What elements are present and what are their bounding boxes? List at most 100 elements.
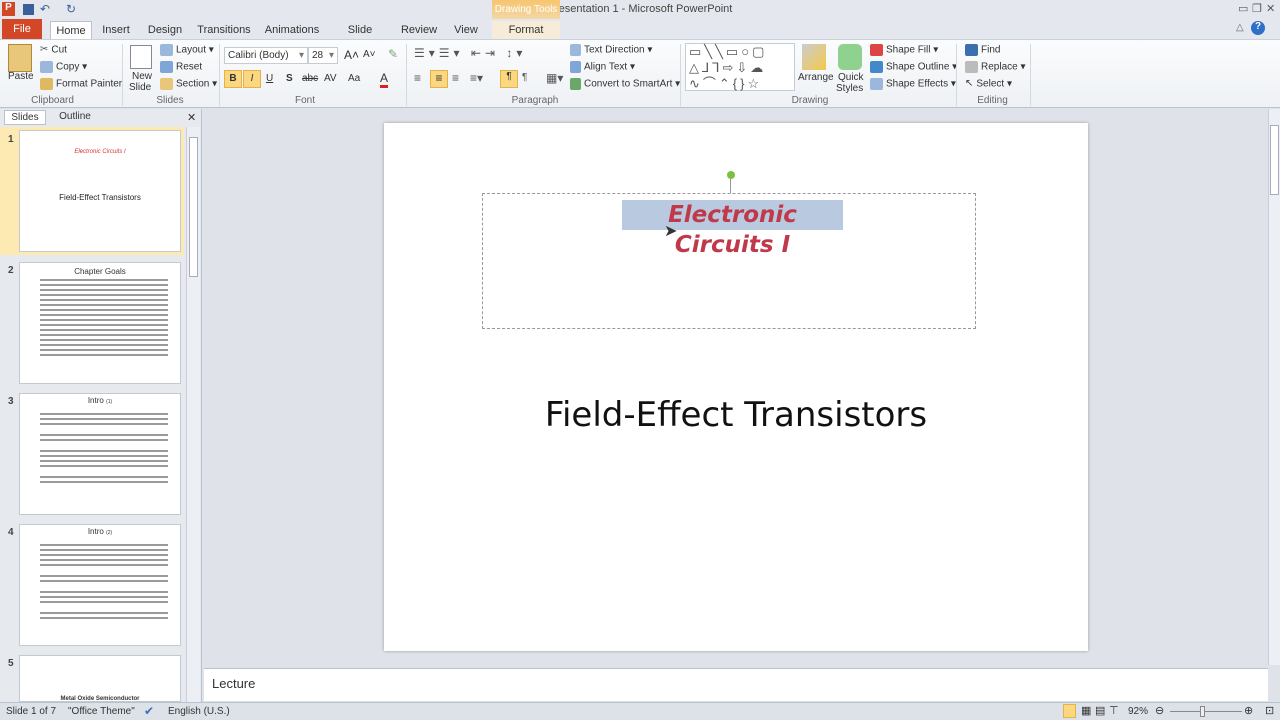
tab-design[interactable]: Design bbox=[145, 21, 185, 39]
slide-thumbnail-1[interactable]: Electronic Circuits I Field-Effect Trans… bbox=[19, 130, 181, 252]
cut-button[interactable]: ✂ Cut bbox=[40, 44, 67, 56]
grow-font-icon[interactable]: A˄ bbox=[344, 48, 359, 62]
slide-canvas[interactable]: Electronic Circuits I ➤ Field-Effect Tra… bbox=[384, 123, 1088, 651]
strikethrough-button[interactable]: abc bbox=[302, 73, 318, 84]
align-left-icon[interactable]: ≡ bbox=[414, 71, 421, 85]
font-color-button[interactable]: A bbox=[380, 71, 389, 88]
font-size-select[interactable]: 28 ▾ bbox=[308, 47, 338, 64]
slide-subtitle[interactable]: Electronic Circuits I bbox=[622, 200, 843, 258]
reset-button[interactable]: Reset bbox=[160, 61, 202, 73]
shadow-button[interactable]: S bbox=[286, 73, 293, 84]
tab-animations[interactable]: Animations bbox=[264, 21, 320, 39]
scroll-thumb[interactable] bbox=[189, 137, 198, 277]
scissors-icon: ✂ bbox=[40, 44, 49, 55]
help-icon[interactable]: ? bbox=[1251, 21, 1265, 35]
tab-slide-show[interactable]: Slide Show bbox=[334, 21, 386, 54]
paint-bucket-icon bbox=[870, 44, 883, 56]
section-button[interactable]: Section ▾ bbox=[160, 78, 217, 90]
find-button[interactable]: Find bbox=[965, 44, 1000, 56]
underline-button[interactable]: U bbox=[266, 73, 273, 84]
format-painter-button[interactable]: Format Painter bbox=[40, 78, 122, 90]
slideshow-icon[interactable]: ⊤ bbox=[1109, 704, 1119, 717]
close-icon[interactable]: ✕ bbox=[1266, 2, 1275, 15]
binoculars-icon bbox=[965, 44, 978, 56]
font-name-select[interactable]: Calibri (Body) ▾ bbox=[224, 47, 308, 64]
restore-icon[interactable]: ❐ bbox=[1252, 2, 1262, 15]
shape-fill-button[interactable]: Shape Fill ▾ bbox=[870, 44, 938, 56]
bold-button[interactable]: B bbox=[224, 70, 242, 88]
slide-thumbnail-5[interactable]: Metal Oxide Semiconductor bbox=[19, 655, 181, 702]
shapes-gallery[interactable]: ▭╲╲▭○▢ △⅃⅂⇨⇩☁ ∿⌒⌃{}☆ bbox=[685, 43, 795, 91]
minimize-icon[interactable]: ▭ bbox=[1238, 2, 1248, 15]
align-center-icon[interactable]: ≡ bbox=[430, 70, 448, 88]
ltr-icon[interactable]: ¶ bbox=[500, 70, 518, 88]
thumbnail-scrollbar[interactable] bbox=[186, 127, 200, 702]
list-buttons[interactable]: ☰▾☰▾ ⇤⇥ ↕▾ bbox=[414, 46, 526, 60]
brush-icon bbox=[40, 78, 53, 90]
tab-file[interactable]: File bbox=[2, 19, 42, 39]
slide-sorter-icon[interactable]: ▦ bbox=[1081, 704, 1091, 717]
slide-scrollbar[interactable] bbox=[1268, 109, 1280, 665]
justify-icon[interactable]: ≡▾ bbox=[470, 71, 483, 85]
reading-view-icon[interactable]: ▤ bbox=[1095, 704, 1105, 717]
tab-view[interactable]: View bbox=[450, 21, 482, 39]
shape-effects-button[interactable]: Shape Effects ▾ bbox=[870, 78, 956, 90]
shrink-font-icon[interactable]: A˅ bbox=[363, 49, 376, 60]
tab-review[interactable]: Review bbox=[400, 21, 438, 39]
language[interactable]: English (U.S.) bbox=[168, 706, 230, 717]
align-text-button[interactable]: Align Text ▾ bbox=[570, 61, 635, 73]
tab-transitions[interactable]: Transitions bbox=[196, 21, 252, 39]
shape-outline-button[interactable]: Shape Outline ▾ bbox=[870, 61, 957, 73]
zoom-in-icon[interactable]: ⊕ bbox=[1244, 704, 1253, 717]
text-direction-button[interactable]: Text Direction ▾ bbox=[570, 44, 652, 56]
italic-button[interactable]: I bbox=[243, 70, 261, 88]
tab-slides[interactable]: Slides bbox=[4, 110, 46, 125]
rotate-handle[interactable] bbox=[727, 171, 735, 179]
select-button[interactable]: ↖ Select ▾ bbox=[965, 78, 1012, 90]
align-right-icon[interactable]: ≡ bbox=[452, 71, 459, 85]
slide-title[interactable]: Field-Effect Transistors bbox=[384, 395, 1088, 435]
columns-icon[interactable]: ▦▾ bbox=[546, 71, 563, 85]
copy-button[interactable]: Copy ▾ bbox=[40, 61, 87, 73]
scroll-thumb[interactable] bbox=[1270, 125, 1279, 195]
quick-styles-icon[interactable] bbox=[838, 44, 862, 70]
quick-styles-button[interactable]: Quick bbox=[838, 72, 864, 83]
tab-home[interactable]: Home bbox=[50, 21, 92, 39]
paste-icon[interactable] bbox=[8, 44, 32, 72]
arrange-icon[interactable] bbox=[802, 44, 826, 70]
new-slide-icon[interactable] bbox=[130, 45, 152, 69]
theme-name[interactable]: "Office Theme" bbox=[68, 706, 135, 717]
thumb-subtitle: Electronic Circuits I bbox=[74, 149, 126, 155]
convert-smartart-button[interactable]: Convert to SmartArt ▾ bbox=[570, 78, 680, 90]
normal-view-icon[interactable] bbox=[1063, 704, 1076, 718]
notes-pane[interactable]: Lecture bbox=[204, 668, 1268, 701]
slide-number: 5 bbox=[8, 658, 14, 669]
zoom-out-icon[interactable]: ⊖ bbox=[1155, 704, 1164, 717]
tab-insert[interactable]: Insert bbox=[98, 21, 134, 39]
spell-check-icon[interactable]: ✔ bbox=[144, 704, 154, 718]
close-panel-icon[interactable]: ✕ bbox=[187, 111, 196, 124]
tab-format[interactable]: Format bbox=[492, 21, 560, 39]
rtl-icon[interactable]: ¶ bbox=[522, 72, 527, 83]
zoom-slider[interactable] bbox=[1170, 711, 1242, 712]
zoom-level[interactable]: 92% bbox=[1128, 706, 1148, 717]
paste-button[interactable]: Paste bbox=[8, 71, 34, 82]
layout-button[interactable]: Layout ▾ bbox=[160, 44, 214, 56]
fit-to-window-icon[interactable]: ⊡ bbox=[1265, 704, 1274, 717]
slide-thumbnail-3[interactable]: Intro (1) bbox=[19, 393, 181, 515]
new-slide-label[interactable]: Slide bbox=[129, 82, 151, 93]
change-case-button[interactable]: Aa bbox=[348, 73, 360, 84]
minimize-ribbon-icon[interactable]: △ bbox=[1236, 22, 1244, 33]
quick-styles-label[interactable]: Styles bbox=[836, 83, 863, 94]
character-spacing-button[interactable]: AV bbox=[324, 73, 337, 84]
slide-thumbnail-4[interactable]: Intro (2) bbox=[19, 524, 181, 646]
replace-button[interactable]: Replace ▾ bbox=[965, 61, 1026, 73]
status-bar: Slide 1 of 7 "Office Theme" ✔ English (U… bbox=[0, 702, 1280, 720]
new-slide-button[interactable]: New bbox=[132, 71, 152, 82]
clear-formatting-icon[interactable]: ✎ bbox=[388, 47, 398, 61]
tab-outline[interactable]: Outline bbox=[52, 110, 98, 125]
slide-thumbnail-2[interactable]: Chapter Goals bbox=[19, 262, 181, 384]
notes-text[interactable]: Lecture bbox=[204, 669, 1268, 698]
arrange-button[interactable]: Arrange bbox=[798, 72, 834, 83]
zoom-slider-thumb[interactable] bbox=[1200, 706, 1206, 717]
